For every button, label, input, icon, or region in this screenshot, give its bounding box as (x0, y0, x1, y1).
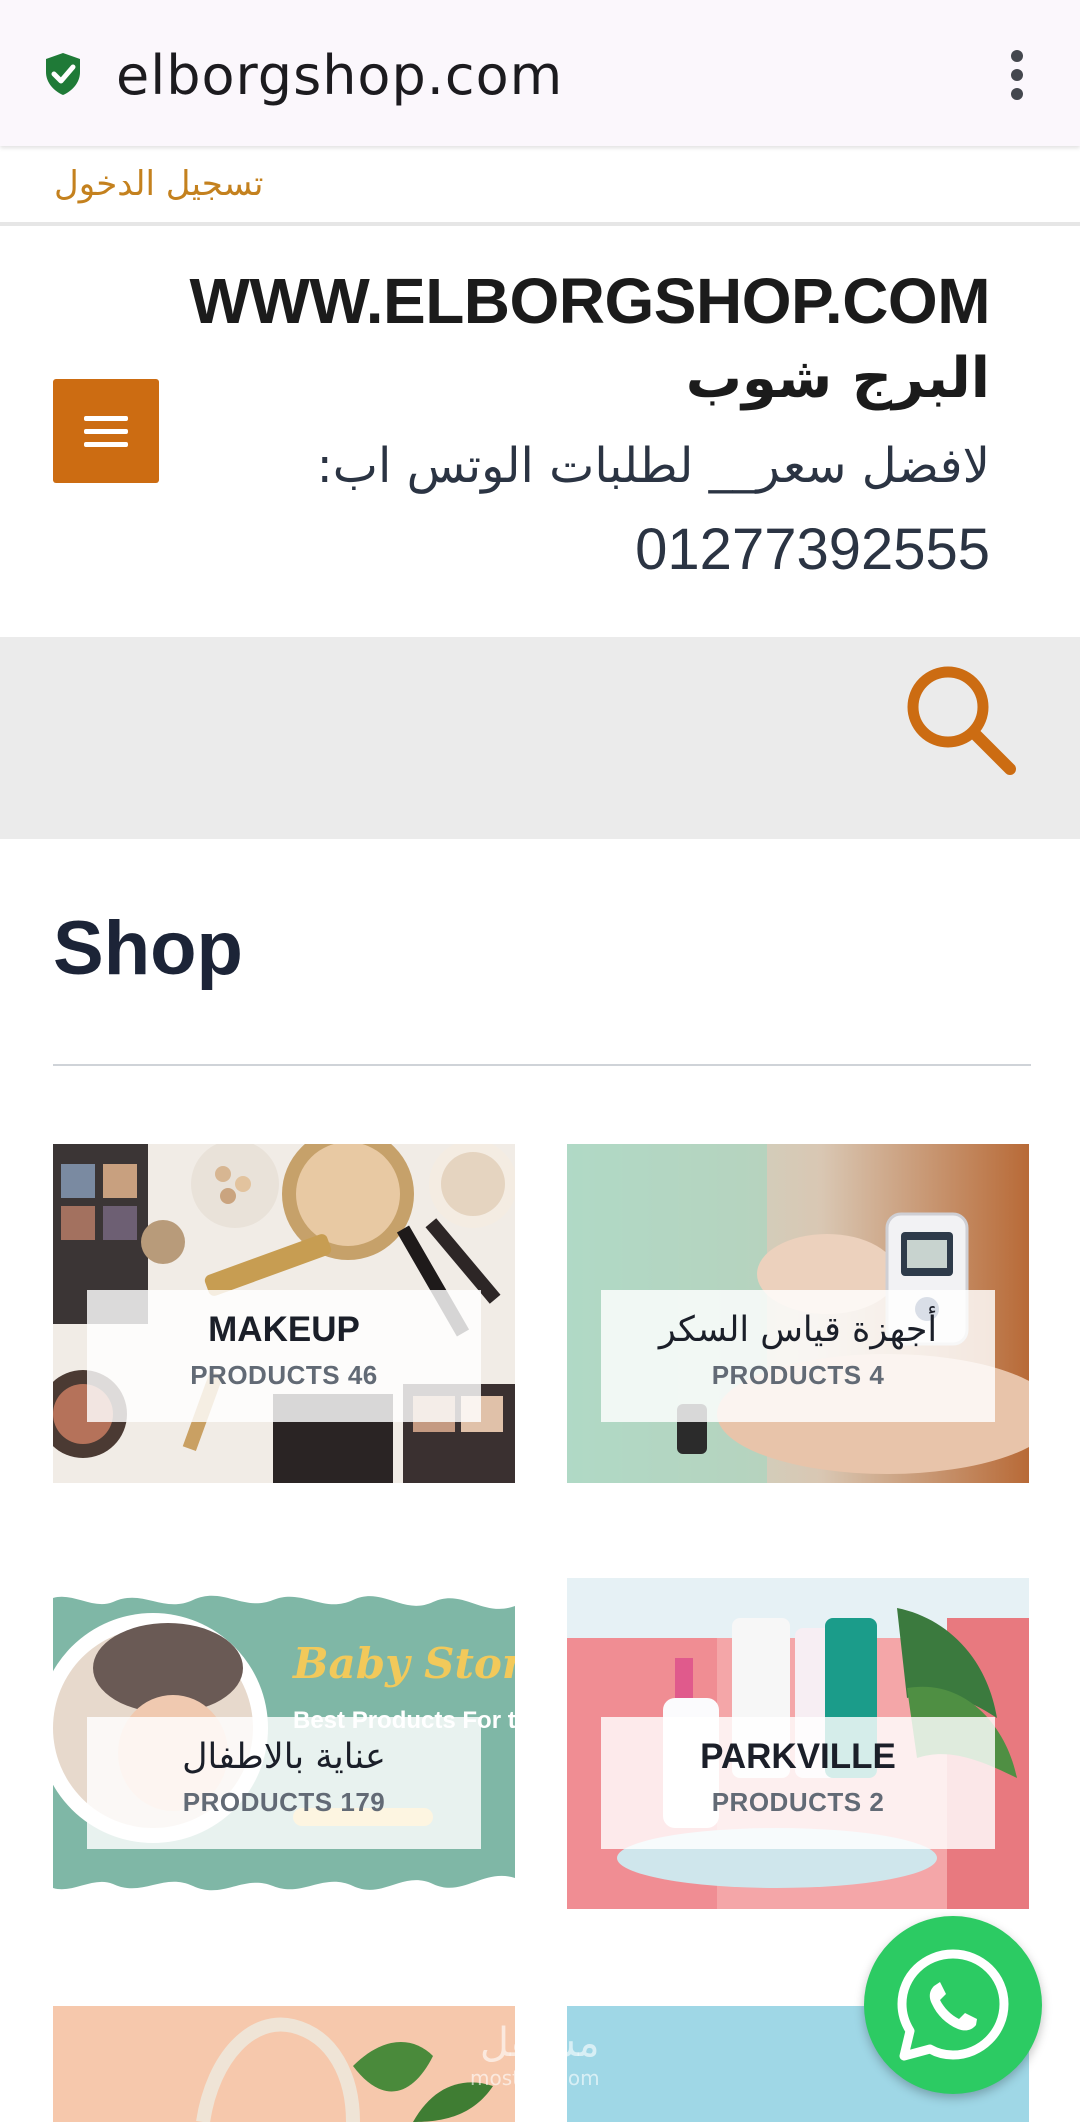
category-card-parkville[interactable]: PARKVILLE PRODUCTS 2 (567, 1578, 1029, 1909)
top-bar: تسجيل الدخول (0, 148, 1080, 226)
category-card-partial-1[interactable] (53, 2006, 515, 2122)
category-label[interactable]: عناية بالاطفال PRODUCTS 179 (87, 1717, 481, 1849)
divider (53, 1064, 1031, 1066)
hamburger-icon (84, 416, 128, 421)
shield-check-icon (46, 53, 80, 95)
category-image-partial-1 (53, 2006, 515, 2122)
page-title: Shop (53, 906, 243, 991)
search-bar (0, 637, 1080, 839)
whatsapp-icon (897, 1949, 1009, 2061)
hamburger-menu-button[interactable] (53, 379, 159, 483)
site-header: WWW.ELBORGSHOP.COM البرج شوب لافضل سعر__… (0, 226, 1080, 636)
site-name-arabic: البرج شوب (685, 346, 990, 411)
baby-store-banner-title: Baby Store (292, 1639, 515, 1688)
category-name[interactable]: PARKVILLE (601, 1737, 995, 1777)
category-label[interactable]: أجهزة قياس السكر PRODUCTS 4 (601, 1290, 995, 1422)
category-product-count: PRODUCTS 46 (190, 1360, 378, 1390)
login-link[interactable]: تسجيل الدخول (54, 164, 264, 204)
category-product-count: PRODUCTS 179 (182, 1787, 386, 1817)
category-card-baby-care[interactable]: Baby Store Best Products For the Little … (53, 1578, 515, 1909)
category-card-glucose-meters[interactable]: أجهزة قياس السكر PRODUCTS 4 (567, 1144, 1029, 1483)
site-title[interactable]: WWW.ELBORGSHOP.COM (190, 264, 991, 338)
watermark: مستقل mostaql.com (470, 2020, 600, 2090)
category-name[interactable]: عناية بالاطفال (87, 1737, 481, 1777)
whatsapp-button[interactable] (864, 1916, 1042, 2094)
phone-number: 01277392555 (635, 517, 990, 582)
browser-url-bar[interactable]: elborgshop.com (0, 0, 1080, 146)
category-product-count: PRODUCTS 4 (711, 1360, 885, 1390)
category-card-makeup[interactable]: MAKEUP PRODUCTS 46 (53, 1144, 515, 1483)
site-tagline: لافضل سعر__ لطلبات الوتس اب: (316, 438, 990, 494)
category-name[interactable]: أجهزة قياس السكر (601, 1310, 995, 1350)
category-name[interactable]: MAKEUP (87, 1310, 481, 1350)
category-product-count: PRODUCTS 2 (711, 1787, 885, 1817)
category-label[interactable]: MAKEUP PRODUCTS 46 (87, 1290, 481, 1422)
kebab-menu-icon[interactable] (1004, 50, 1030, 100)
search-icon[interactable] (900, 659, 1020, 779)
category-label[interactable]: PARKVILLE PRODUCTS 2 (601, 1717, 995, 1849)
url-text[interactable]: elborgshop.com (116, 44, 563, 107)
